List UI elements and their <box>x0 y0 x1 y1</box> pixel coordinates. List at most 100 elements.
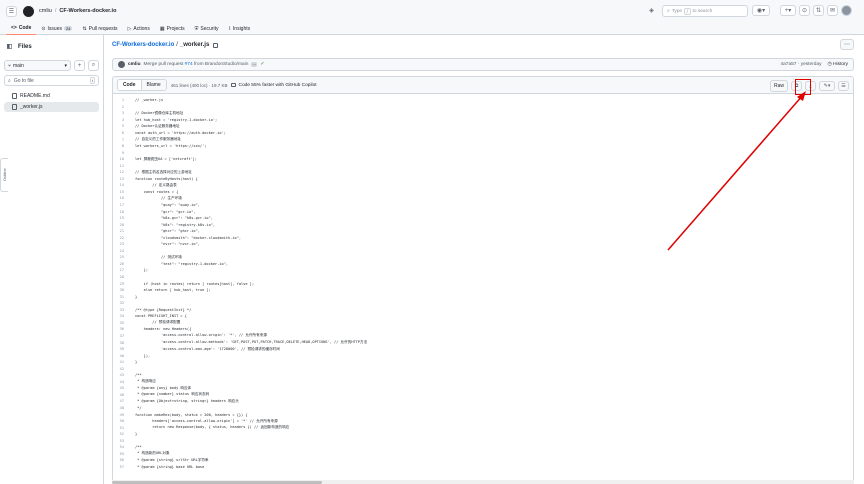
copy-raw-file-icon[interactable]: ⧉ <box>791 81 802 91</box>
line-number[interactable]: 11 <box>113 164 135 168</box>
line-number[interactable]: 55 <box>113 452 135 456</box>
line-number[interactable]: 19 <box>113 216 135 220</box>
line-number[interactable]: 54 <box>113 445 135 449</box>
blame-view-button[interactable]: Blame <box>141 80 166 90</box>
commit-hash-time[interactable]: 4a7a57 · yesterday <box>780 62 821 67</box>
line-number[interactable]: 31 <box>113 295 135 299</box>
hamburger-menu-icon[interactable]: ☰ <box>6 5 17 17</box>
line-number[interactable]: 49 <box>113 413 135 417</box>
history-button[interactable]: ◷ History <box>828 62 848 67</box>
line-number[interactable]: 28 <box>113 275 135 279</box>
line-number[interactable]: 18 <box>113 210 135 214</box>
search-input[interactable]: ⌕ Type / to search <box>662 5 748 17</box>
line-number[interactable]: 50 <box>113 419 135 423</box>
line-number[interactable]: 13 <box>113 177 135 181</box>
line-number[interactable]: 21 <box>113 229 135 233</box>
pr-link[interactable]: #74 <box>185 62 193 67</box>
line-number[interactable]: 25 <box>113 255 135 259</box>
line-number[interactable]: 14 <box>113 183 135 187</box>
pull-requests-icon[interactable]: ⇅ <box>813 5 824 16</box>
line-number[interactable]: 20 <box>113 223 135 227</box>
download-raw-icon[interactable]: ⤓ <box>805 81 816 91</box>
author-avatar[interactable] <box>118 61 125 68</box>
line-number[interactable]: 44 <box>113 380 135 384</box>
copilot-menu-button[interactable]: ◉▾ <box>752 5 770 16</box>
repo-name-link[interactable]: CF-Workers-docker.io <box>59 8 116 14</box>
path-repo-link[interactable]: CF-Workers-docker.io <box>112 42 174 48</box>
line-number[interactable]: 36 <box>113 327 135 331</box>
check-icon[interactable]: ✓ <box>260 62 264 67</box>
line-number[interactable]: 26 <box>113 262 135 266</box>
line-number[interactable]: 3 <box>113 111 135 115</box>
line-number[interactable]: 40 <box>113 354 135 358</box>
line-number[interactable]: 22 <box>113 236 135 240</box>
create-new-button[interactable]: +▾ <box>780 5 796 16</box>
line-number[interactable]: 23 <box>113 242 135 246</box>
line-number[interactable]: 45 <box>113 386 135 390</box>
line-number[interactable]: 35 <box>113 321 135 325</box>
line-number[interactable]: 43 <box>113 373 135 377</box>
line-number[interactable]: 57 <box>113 465 135 469</box>
tab-insights[interactable]: ⌇ Insights <box>223 22 255 35</box>
notifications-inbox-icon[interactable]: ✉ <box>827 5 838 16</box>
tab-security[interactable]: ⛨ Security <box>190 22 224 35</box>
line-number[interactable]: 47 <box>113 399 135 403</box>
expand-commit-icon[interactable]: ··· <box>251 62 258 67</box>
line-number[interactable]: 34 <box>113 314 135 318</box>
code-view-button[interactable]: Code <box>118 80 142 90</box>
edit-file-icon[interactable]: ✎▾ <box>819 81 835 91</box>
code-content[interactable]: 1// _worker.js 2 3// Docker镜像仓库主机地址 4 let hu… <box>113 94 853 470</box>
line-number[interactable]: 56 <box>113 458 135 462</box>
symbols-panel-icon[interactable]: ☰ <box>838 81 849 91</box>
line-number[interactable]: 24 <box>113 249 135 253</box>
line-number[interactable]: 17 <box>113 203 135 207</box>
file-tree-item-worker[interactable]: _worker.js <box>4 102 99 112</box>
user-avatar[interactable] <box>841 5 852 16</box>
outline-panel-tab[interactable]: Outline <box>0 158 8 192</box>
branch-selector[interactable]: ⑂ main ▾ <box>4 60 71 71</box>
line-number[interactable]: 15 <box>113 190 135 194</box>
github-logo-icon[interactable] <box>23 5 34 17</box>
repo-owner-link[interactable]: cmliu <box>39 8 52 14</box>
copilot-promo[interactable]: Code 55% faster with GitHub Copilot <box>231 83 317 88</box>
line-number[interactable]: 51 <box>113 426 135 430</box>
line-number[interactable]: 42 <box>113 367 135 371</box>
line-number[interactable]: 9 <box>113 151 135 155</box>
line-number[interactable]: 38 <box>113 341 135 345</box>
line-number[interactable]: 39 <box>113 347 135 351</box>
line-number[interactable]: 41 <box>113 360 135 364</box>
tab-projects[interactable]: ▦ Projects <box>155 22 190 35</box>
line-number[interactable]: 53 <box>113 439 135 443</box>
tab-issues[interactable]: ⊙ Issues 24 <box>36 22 77 35</box>
go-to-file-input[interactable]: ⌕ Go to file t <box>4 75 99 86</box>
line-number[interactable]: 5 <box>113 124 135 128</box>
line-number[interactable]: 46 <box>113 393 135 397</box>
line-number[interactable]: 48 <box>113 406 135 410</box>
line-number[interactable]: 7 <box>113 138 135 142</box>
more-options-icon[interactable]: ⋯ <box>840 39 854 50</box>
raw-button[interactable]: Raw <box>769 80 788 92</box>
line-number[interactable]: 37 <box>113 334 135 338</box>
line-number[interactable]: 12 <box>113 170 135 174</box>
line-number[interactable]: 1 <box>113 98 135 102</box>
search-files-icon[interactable]: ⌕ <box>88 60 99 71</box>
line-number[interactable]: 6 <box>113 131 135 135</box>
copilot-icon[interactable]: ◈ <box>646 5 657 16</box>
line-number[interactable]: 4 <box>113 118 135 122</box>
copy-path-icon[interactable] <box>213 42 219 48</box>
commit-author[interactable]: cmliu <box>128 62 141 67</box>
line-number[interactable]: 16 <box>113 196 135 200</box>
file-tree-item-readme[interactable]: README.md <box>4 91 99 101</box>
horizontal-scrollbar[interactable] <box>112 480 854 484</box>
line-number[interactable]: 32 <box>113 301 135 305</box>
tab-actions[interactable]: ▷ Actions <box>123 22 155 35</box>
code-line[interactable]: 57 * @param {string} base URL base <box>113 464 853 471</box>
line-number[interactable]: 27 <box>113 268 135 272</box>
line-number[interactable]: 2 <box>113 105 135 109</box>
add-file-button[interactable]: + <box>74 60 85 71</box>
issues-icon[interactable]: ⊙ <box>799 5 810 16</box>
line-number[interactable]: 29 <box>113 282 135 286</box>
line-number[interactable]: 8 <box>113 144 135 148</box>
tab-pull-requests[interactable]: ⇅ Pull requests <box>77 22 122 35</box>
line-number[interactable]: 10 <box>113 157 135 161</box>
